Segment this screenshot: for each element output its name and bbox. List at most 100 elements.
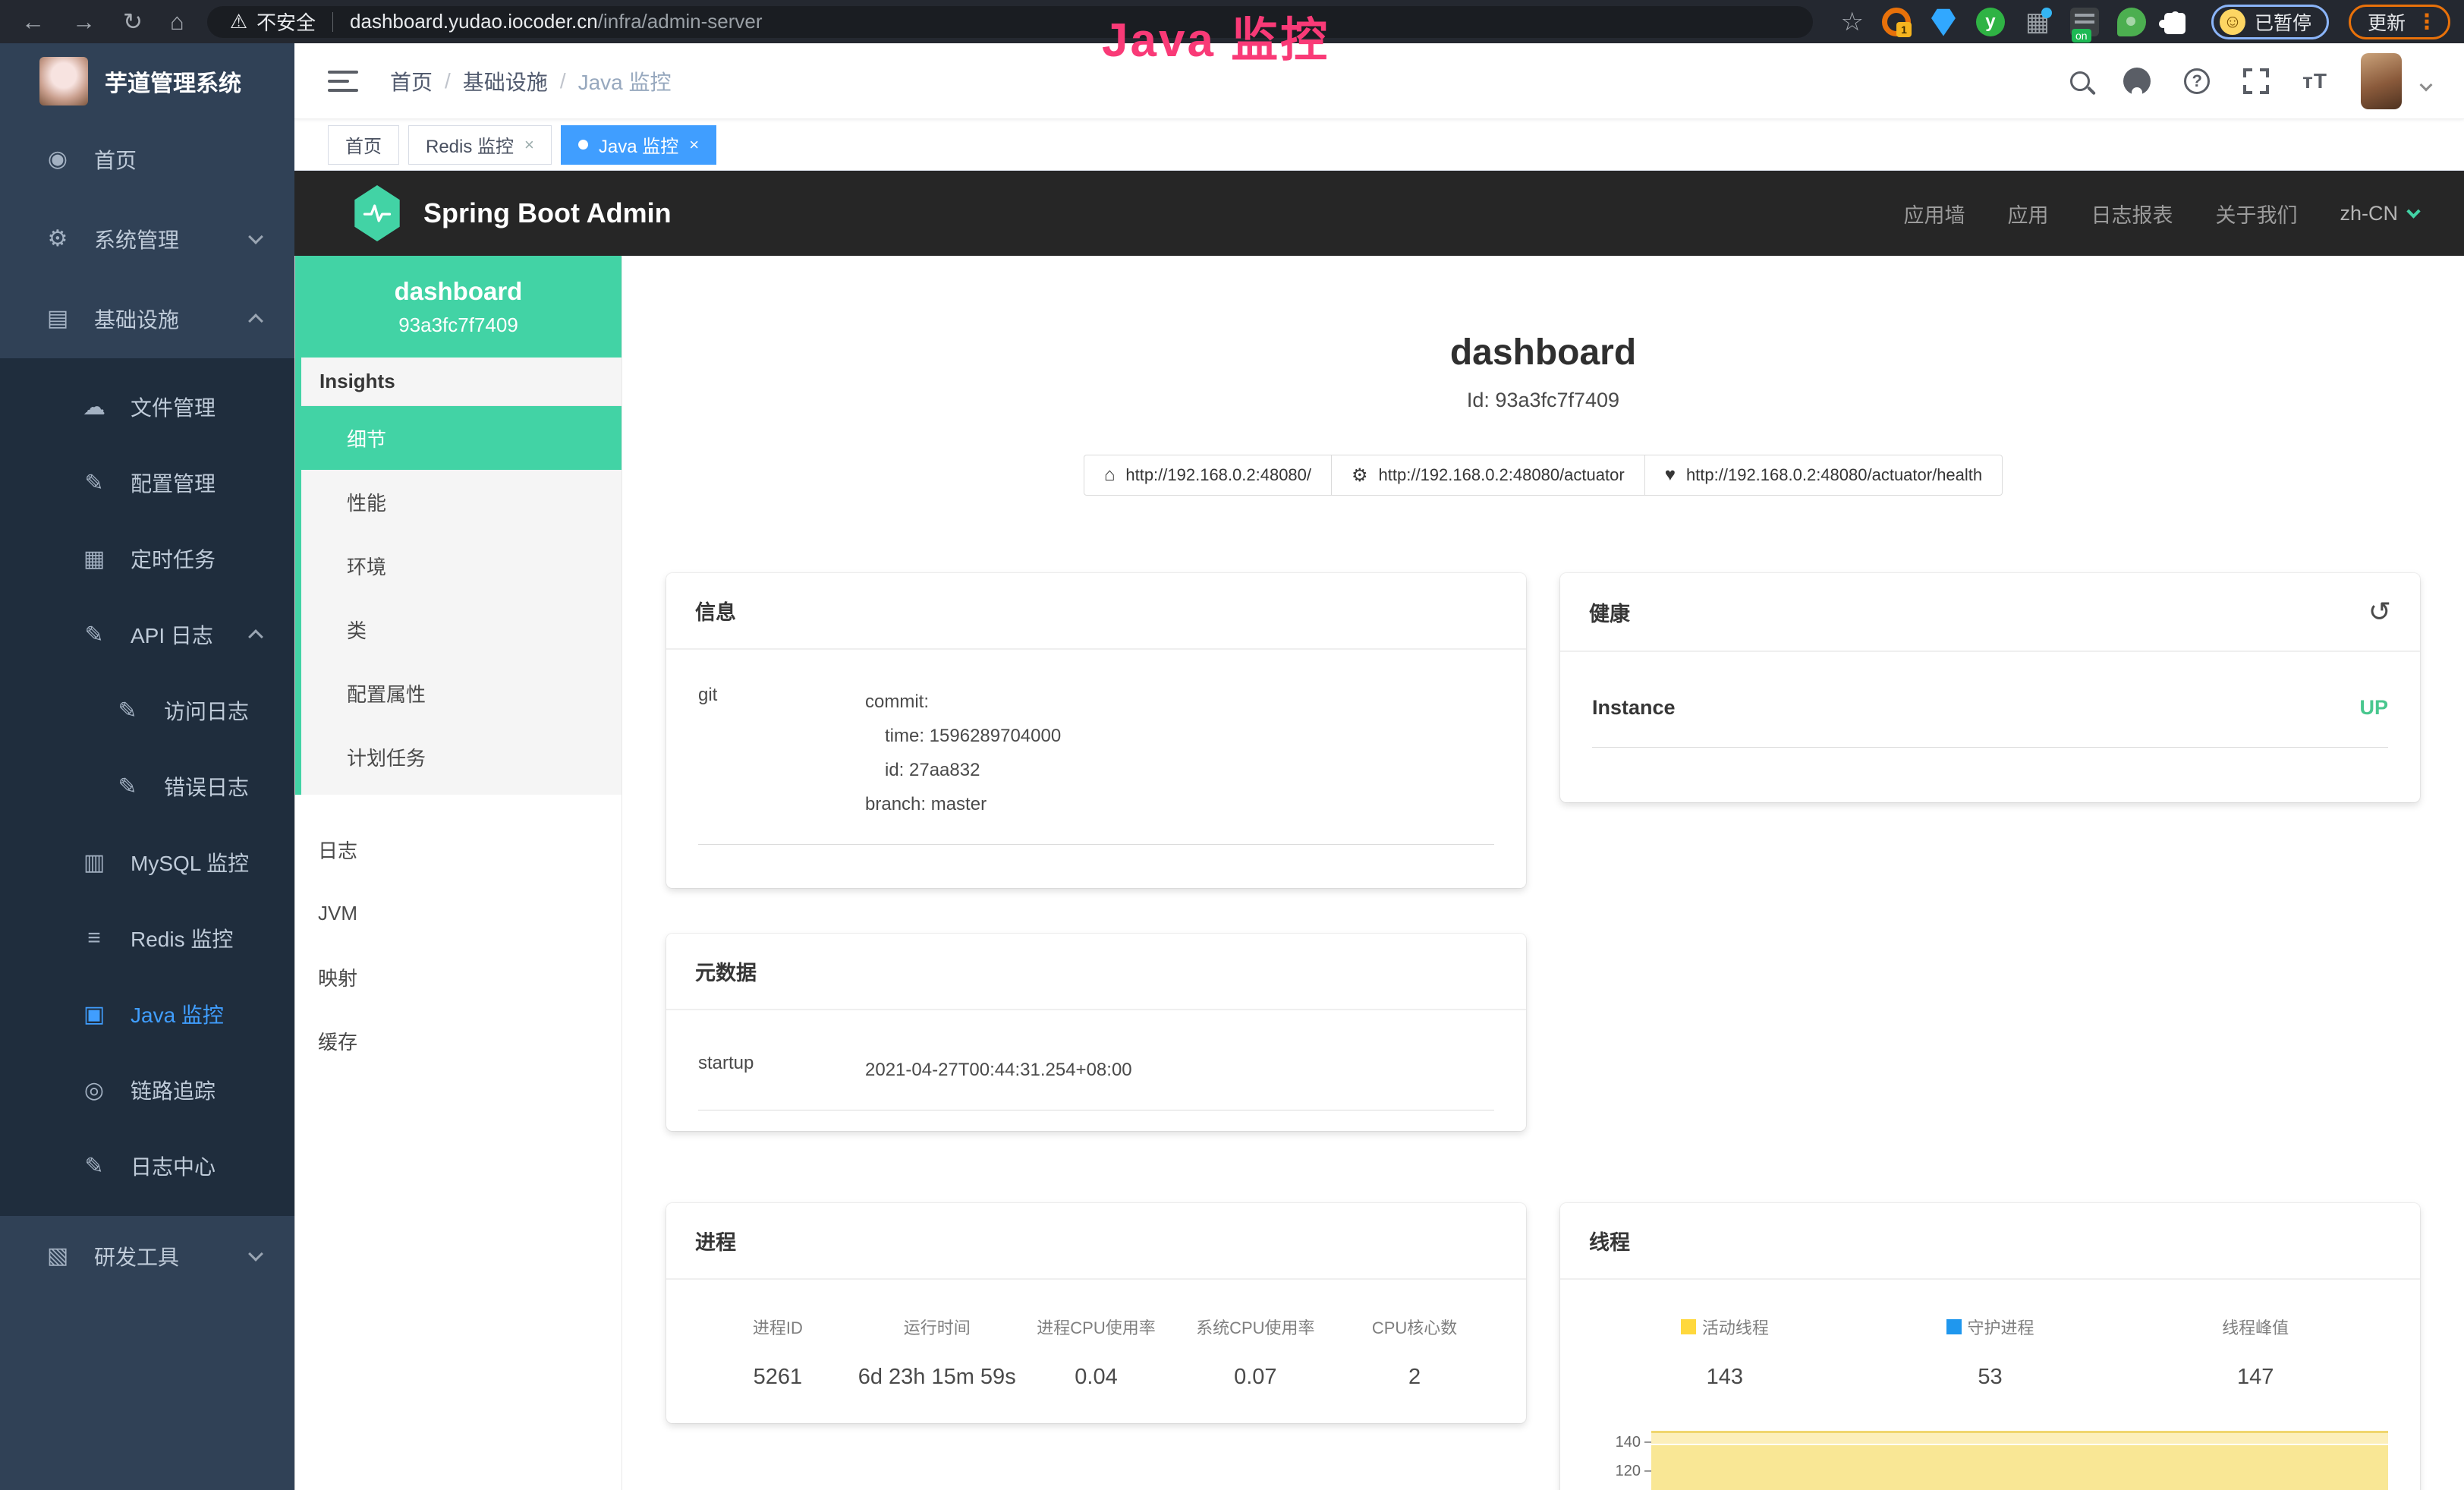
metric-value: 5261 — [698, 1365, 858, 1390]
github-icon[interactable] — [2123, 68, 2151, 95]
browser-home-icon[interactable]: ⌂ — [170, 10, 184, 33]
paused-button[interactable]: ☺ 已暂停 — [2211, 5, 2329, 39]
info-git-row: git commit: time: 1596289704000 id: 27aa… — [698, 685, 1494, 845]
sba-item-scheduled-tasks[interactable]: 计划任务 — [301, 725, 622, 789]
close-icon[interactable]: × — [689, 135, 699, 155]
metric-system-cpu: 系统CPU使用率 0.07 — [1175, 1315, 1335, 1390]
url-host: dashboard.yudao.iocoder.cn — [350, 10, 598, 33]
address-bar[interactable]: ⚠ 不安全 dashboard.yudao.iocoder.cn /infra/… — [207, 6, 1814, 38]
health-url-button[interactable]: ♥ http://192.168.0.2:48080/actuator/heal… — [1644, 455, 2003, 496]
sidebar-item-label: 首页 — [94, 144, 137, 175]
avatar-caret-icon[interactable] — [2420, 78, 2433, 91]
metadata-startup-row: startup 2021-04-27T00:44:31.254+08:00 — [698, 1053, 1494, 1110]
extension-grid-icon[interactable]: ▦ — [2023, 8, 2052, 36]
sidebar-item-label: Java 监控 — [131, 999, 224, 1029]
sidebar-item-api-log[interactable]: ✎ API 日志 — [0, 597, 294, 673]
sidebar-item-log-center[interactable]: ✎ 日志中心 — [0, 1128, 294, 1204]
font-size-icon[interactable]: тT — [2302, 69, 2327, 93]
sba-item-classes[interactable]: 类 — [301, 597, 622, 661]
browser-menu-icon[interactable]: ⋮ — [2416, 9, 2437, 34]
sidebar-item-error-log[interactable]: ✎ 错误日志 — [0, 748, 294, 824]
instance-id: Id: 93a3fc7f7409 — [666, 389, 2420, 412]
security-label[interactable]: 不安全 — [256, 8, 316, 36]
history-icon[interactable]: ↺ — [2368, 596, 2391, 628]
nav-journal[interactable]: 日志报表 — [2091, 199, 2173, 228]
breadcrumb-home[interactable]: 首页 — [390, 66, 433, 96]
bookmark-star-icon[interactable]: ☆ — [1840, 7, 1863, 37]
home-icon: ⌂ — [1104, 465, 1116, 486]
extensions-puzzle-icon[interactable] — [2164, 13, 2186, 34]
avatar[interactable] — [2361, 53, 2402, 109]
sidebar-item-access-log[interactable]: ✎ 访问日志 — [0, 673, 294, 748]
sba-item-metrics[interactable]: 性能 — [301, 470, 622, 534]
sba-brand-title[interactable]: Spring Boot Admin — [423, 197, 672, 229]
browser-update-button[interactable]: 更新 ⋮ — [2349, 5, 2450, 39]
security-warning-icon[interactable]: ⚠ — [230, 10, 247, 33]
sidebar-item-label: 链路追踪 — [131, 1075, 216, 1105]
hamburger-icon[interactable] — [328, 71, 358, 92]
nav-applications[interactable]: 应用 — [2007, 199, 2048, 228]
process-card-title: 进程 — [666, 1203, 1526, 1280]
back-icon[interactable]: ← — [21, 10, 45, 33]
metric-value: 0.04 — [1017, 1365, 1176, 1390]
spring-boot-admin: Spring Boot Admin 应用墙 应用 日志报表 关于我们 zh-CN — [294, 171, 2464, 1490]
extension-switch-on-icon[interactable] — [2070, 8, 2099, 36]
calendar-icon: ▦ — [79, 546, 109, 572]
close-icon[interactable]: × — [524, 135, 534, 155]
breadcrumb-infra[interactable]: 基础设施 — [463, 66, 548, 96]
tab-home[interactable]: 首页 — [328, 125, 399, 165]
metric-daemon-threads: 守护进程 53 — [1858, 1315, 2123, 1390]
insights-group: Insights 细节 性能 环境 类 配置属性 计划任务 — [295, 358, 622, 795]
info-card-title: 信息 — [666, 573, 1526, 650]
chevron-down-icon — [248, 1246, 263, 1262]
help-icon[interactable]: ? — [2184, 68, 2210, 94]
sba-logo-icon[interactable] — [352, 185, 402, 241]
legend-swatch-blue — [1946, 1319, 1962, 1334]
sidebar-item-system[interactable]: ⚙ 系统管理 — [0, 199, 294, 279]
sba-item-caches[interactable]: 缓存 — [295, 1009, 622, 1073]
legend-label: 线程峰值 — [2222, 1315, 2289, 1339]
y-tick-label: 120 — [1616, 1463, 1641, 1480]
forward-icon[interactable]: → — [72, 10, 96, 33]
sidebar-item-config-manage[interactable]: ✎ 配置管理 — [0, 445, 294, 521]
sba-item-details[interactable]: 细节 — [301, 406, 622, 470]
sba-app-header[interactable]: dashboard 93a3fc7f7409 — [295, 256, 622, 358]
service-url-button[interactable]: ⌂ http://192.168.0.2:48080/ — [1084, 455, 1332, 496]
extension-leaf-icon[interactable] — [2117, 8, 2146, 36]
log-edit-icon: ✎ — [79, 1153, 109, 1180]
extension-colorzilla-icon[interactable] — [1882, 8, 1911, 36]
metric-cpu-cores: CPU核心数 2 — [1335, 1315, 1494, 1390]
search-icon[interactable] — [2070, 71, 2090, 91]
actuator-url-button[interactable]: ⚙ http://192.168.0.2:48080/actuator — [1331, 455, 1645, 496]
topbar-actions: ? тT — [2070, 53, 2431, 109]
sidebar-item-devtools[interactable]: ▧ 研发工具 — [0, 1216, 294, 1296]
info-card: 信息 git commit: time: 1596289704000 id: 2… — [666, 573, 1526, 888]
sba-item-environment[interactable]: 环境 — [301, 534, 622, 597]
nav-applications-wall[interactable]: 应用墙 — [1903, 199, 1965, 228]
sidebar-item-trace[interactable]: ◎ 链路追踪 — [0, 1052, 294, 1128]
tab-redis-monitor[interactable]: Redis 监控 × — [408, 125, 552, 165]
locale-select[interactable]: zh-CN — [2340, 202, 2418, 225]
app-logo[interactable]: 芋道管理系统 — [0, 43, 294, 119]
extension-pin-icon[interactable] — [1929, 8, 1958, 36]
update-label: 更新 — [2368, 8, 2406, 36]
tab-java-monitor[interactable]: Java 监控 × — [561, 125, 716, 165]
sba-item-config-props[interactable]: 配置属性 — [301, 661, 622, 725]
sidebar-item-file-manage[interactable]: ☁ 文件管理 — [0, 369, 294, 445]
sidebar-item-java-monitor[interactable]: ▣ Java 监控 — [0, 976, 294, 1052]
sidebar-item-mysql-monitor[interactable]: ▥ MySQL 监控 — [0, 824, 294, 900]
sidebar-item-infra[interactable]: ▤ 基础设施 — [0, 279, 294, 358]
sidebar-item-redis-monitor[interactable]: ≡ Redis 监控 — [0, 900, 294, 976]
sba-item-jvm[interactable]: JVM — [295, 881, 622, 945]
nav-about[interactable]: 关于我们 — [2215, 199, 2297, 228]
sidebar-item-scheduled-jobs[interactable]: ▦ 定时任务 — [0, 521, 294, 597]
sba-item-mappings[interactable]: 映射 — [295, 945, 622, 1009]
reload-icon[interactable]: ↻ — [123, 10, 143, 33]
metric-label: 系统CPU使用率 — [1175, 1315, 1335, 1339]
sidebar-item-label: 错误日志 — [164, 771, 249, 802]
sba-item-logs[interactable]: 日志 — [295, 817, 622, 881]
extension-y-icon[interactable]: y — [1976, 8, 2005, 36]
url-path: /infra/admin-server — [598, 10, 763, 33]
sidebar-item-home[interactable]: ◉ 首页 — [0, 119, 294, 199]
fullscreen-icon[interactable] — [2243, 68, 2269, 94]
